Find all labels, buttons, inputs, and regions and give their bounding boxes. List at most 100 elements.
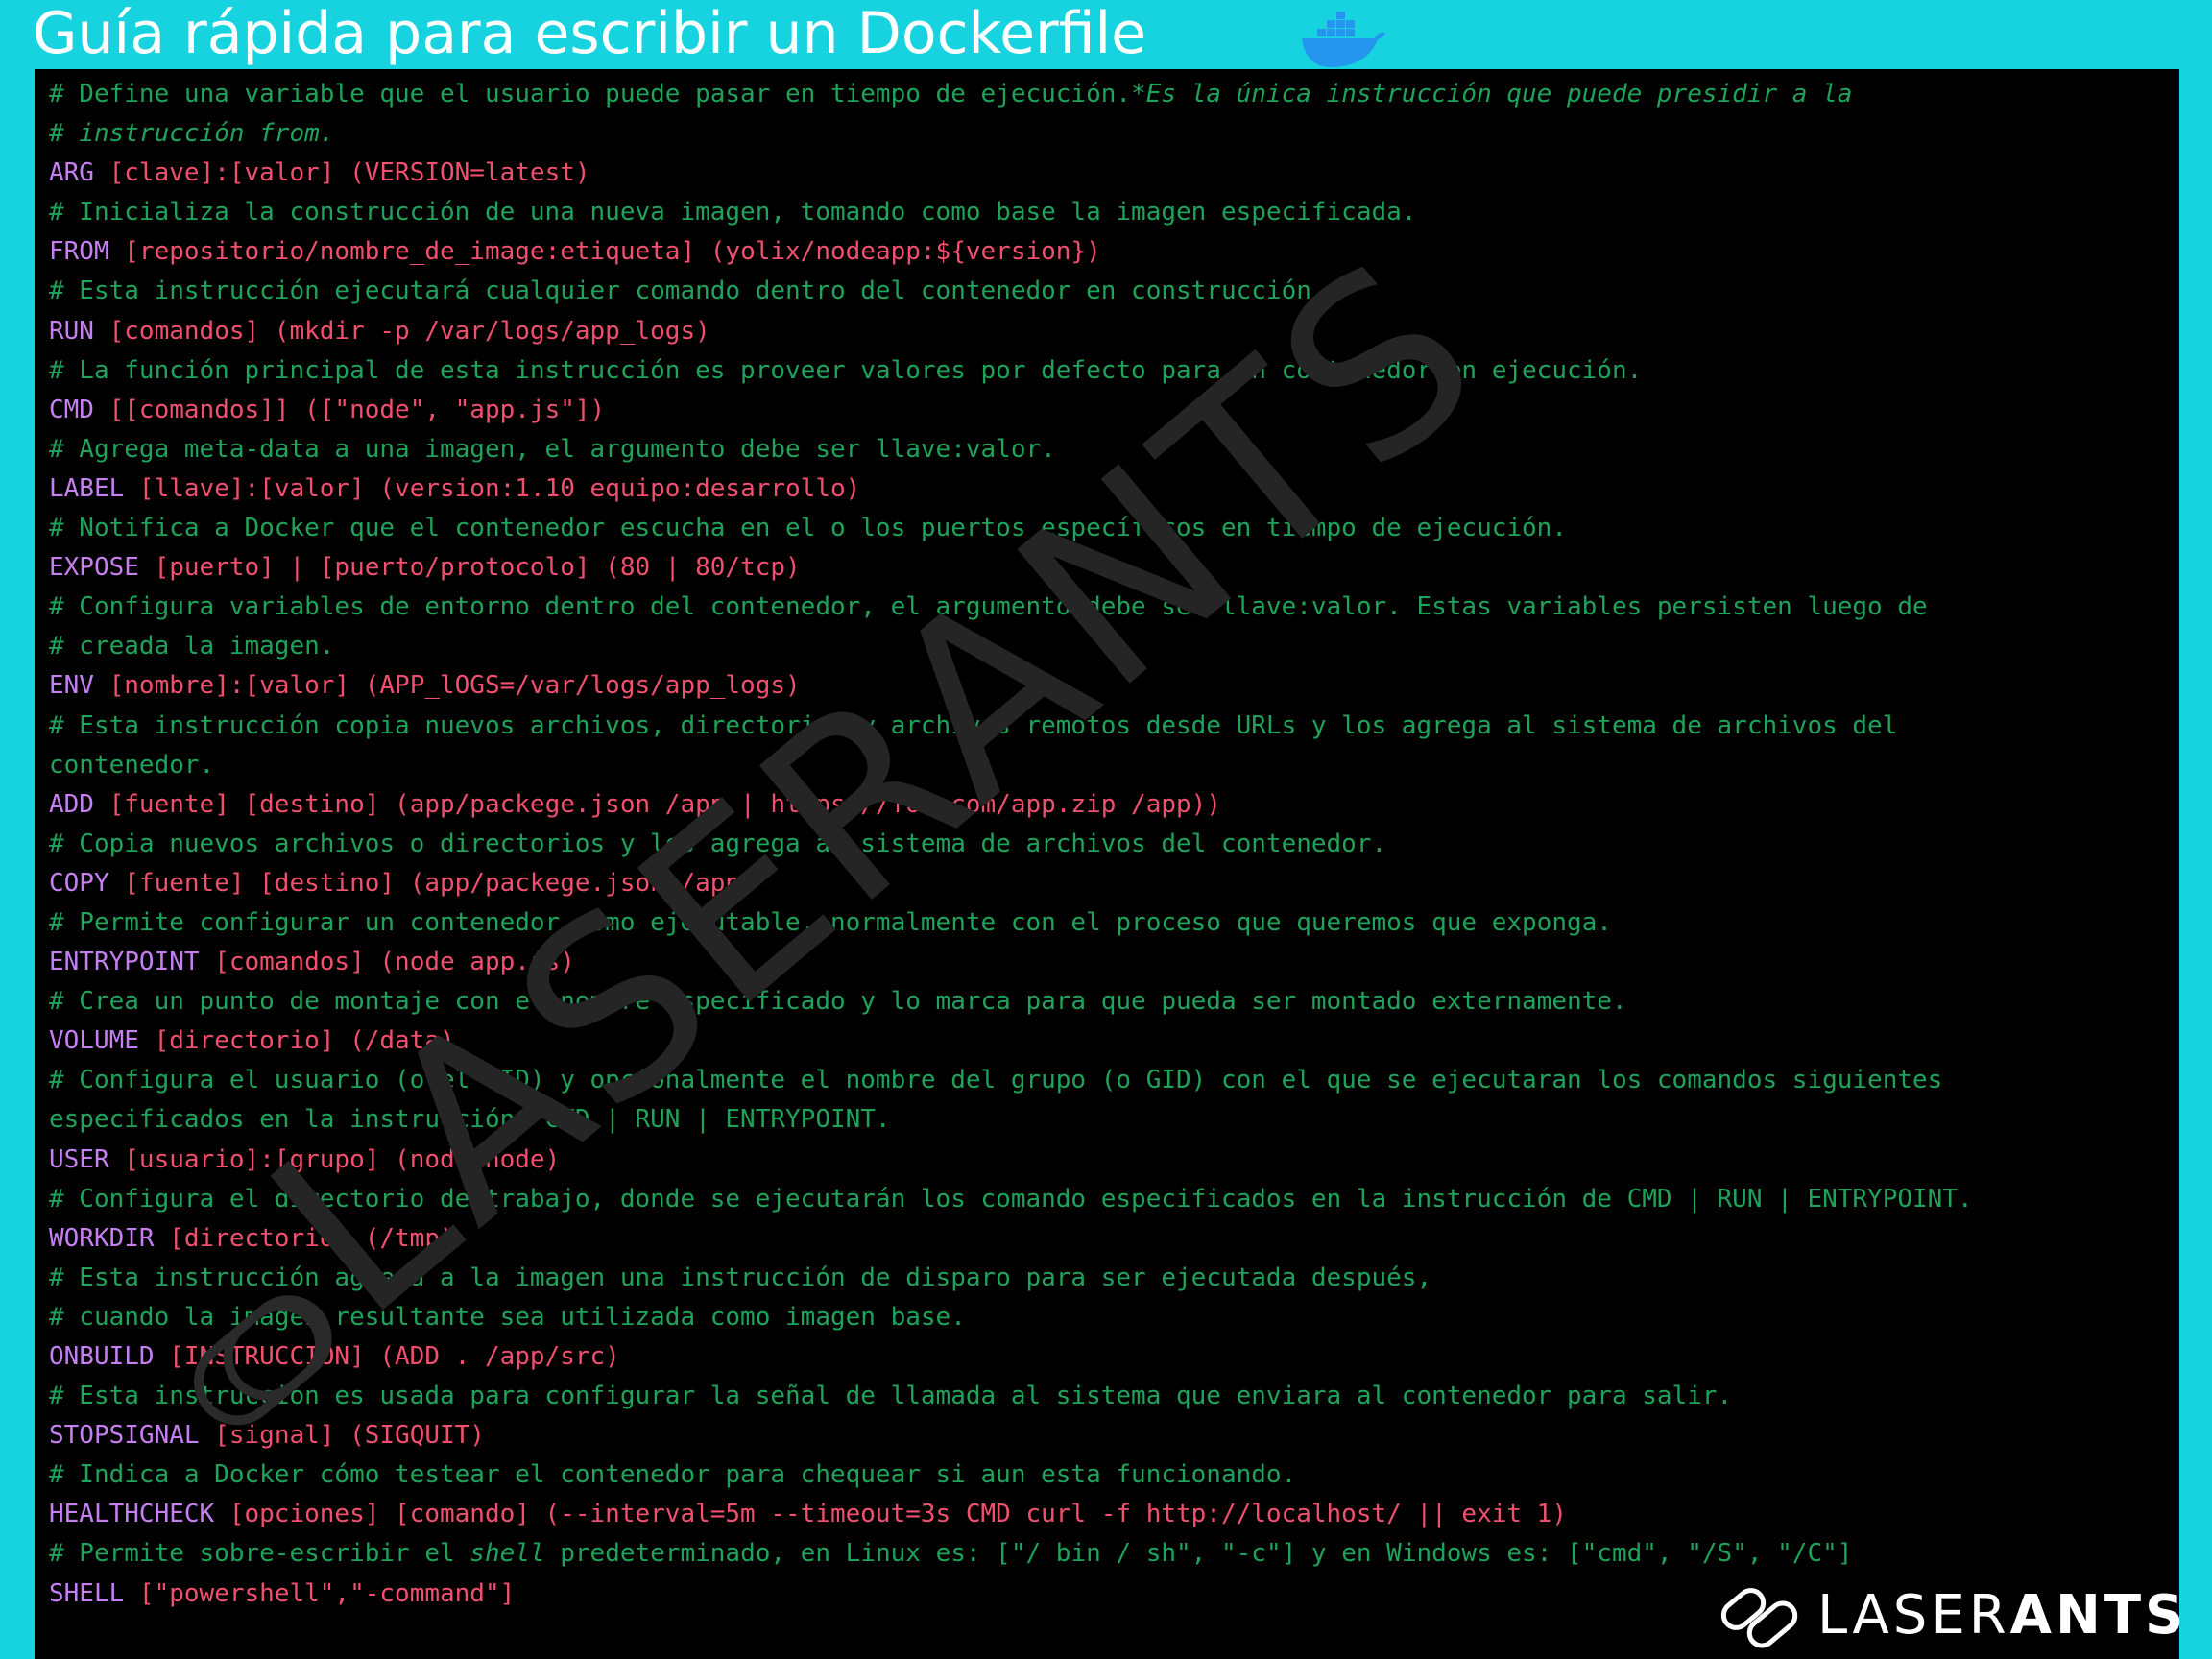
instruction-keyword: USER [49, 1144, 109, 1174]
comment-line: especificados en la instrucción: CMD | R… [49, 1100, 2171, 1140]
comment-text: # Indica a Docker cómo testear el conten… [49, 1460, 1297, 1490]
comment-text: # Define una variable que el usuario pue… [49, 80, 1132, 108]
instruction-line: EXPOSE [puerto] | [puerto/protocolo] (80… [49, 548, 2171, 588]
laserants-logo-icon [1720, 1588, 1798, 1648]
instruction-keyword: HEALTHCHECK [49, 1500, 215, 1529]
instruction-line: VOLUME [directorio] (/data) [49, 1022, 2171, 1061]
instruction-line: ONBUILD [INSTRUCCIÓN] (ADD . /app/src) [49, 1337, 2171, 1377]
instruction-keyword: FROM [49, 237, 109, 267]
instruction-keyword: ADD [49, 789, 94, 819]
instruction-arguments: [opciones] [comando] (--interval=5m --ti… [214, 1500, 1567, 1529]
instruction-line: HEALTHCHECK [opciones] [comando] (--inte… [49, 1495, 2171, 1534]
instruction-line: LABEL [llave]:[valor] (version:1.10 equi… [49, 469, 2171, 509]
instruction-keyword: STOPSIGNAL [49, 1421, 200, 1451]
comment-text: predeterminado, en Linux es: ["/ bin / s… [544, 1539, 1853, 1569]
instruction-keyword: RUN [49, 316, 94, 346]
page-title: Guía rápida para escribir un Dockerfile [33, 0, 1147, 67]
comment-text: especificados en la instrucción: CMD | R… [49, 1105, 891, 1135]
instruction-keyword: SHELL [49, 1578, 125, 1608]
instruction-arguments: [puerto] | [puerto/protocolo] (80 | 80/t… [138, 553, 801, 583]
comment-line: # Esta instrucción agrega a la imagen un… [49, 1259, 2171, 1298]
comment-line: # Permite configurar un contenedor como … [49, 903, 2171, 943]
comment-text: contenedor. [49, 750, 215, 780]
dockerfile-code: # Define una variable que el usuario pue… [49, 75, 2171, 1614]
instruction-arguments: [nombre]:[valor] (APP_lOGS=/var/logs/app… [93, 671, 801, 701]
comment-text: # La función principal de esta instrucci… [49, 355, 1643, 385]
instruction-arguments: [usuario]:[grupo] (node:node) [108, 1144, 561, 1174]
comment-line: # Agrega meta-data a una imagen, el argu… [49, 430, 2171, 469]
comment-line: # Configura el directorio de trabajo, do… [49, 1180, 2171, 1219]
instruction-keyword: LABEL [49, 473, 125, 503]
comment-text: # Notifica a Docker que el contenedor es… [49, 514, 1567, 543]
comment-text: # Permite configurar un contenedor como … [49, 907, 1612, 937]
instruction-keyword: CMD [49, 395, 94, 424]
instruction-line: ENTRYPOINT [comandos] (node app.js) [49, 943, 2171, 982]
comment-line: # Permite sobre-escribir el shell predet… [49, 1534, 2171, 1574]
instruction-line: ARG [clave]:[valor] (VERSION=latest) [49, 154, 2171, 193]
instruction-arguments: [fuente] [destino] (app/packege.json /ap… [93, 789, 1221, 819]
instruction-arguments: [llave]:[valor] (version:1.10 equipo:des… [124, 473, 861, 503]
comment-text: # Esta instrucción es usada para configu… [49, 1382, 1733, 1411]
comment-line: # Indica a Docker cómo testear el conten… [49, 1455, 2171, 1495]
comment-text: # Configura variables de entorno dentro … [49, 592, 1928, 622]
instruction-arguments: [INSTRUCCIÓN] (ADD . /app/src) [154, 1342, 620, 1371]
comment-line: # La función principal de esta instrucci… [49, 351, 2171, 391]
brand-bold: ANTS [2009, 1583, 2188, 1647]
comment-text: # Crea un punto de montaje con el nombre… [49, 987, 1627, 1017]
instruction-arguments: [[comandos]] (["node", "app.js"]) [93, 395, 606, 424]
code-terminal: # Define una variable que el usuario pue… [35, 69, 2179, 1659]
instruction-line: ADD [fuente] [destino] (app/packege.json… [49, 785, 2171, 825]
brand-wordmark: LASERANTS [1817, 1584, 2187, 1647]
comment-line: # Notifica a Docker que el contenedor es… [49, 509, 2171, 548]
instruction-line: COPY [fuente] [destino] (app/packege.jso… [49, 864, 2171, 903]
instruction-keyword: ONBUILD [49, 1342, 155, 1371]
comment-line: # instrucción from. [49, 114, 2171, 154]
instruction-keyword: EXPOSE [49, 553, 139, 583]
comment-text: # Agrega meta-data a una imagen, el argu… [49, 434, 1056, 464]
instruction-keyword: VOLUME [49, 1026, 139, 1056]
instruction-arguments: [comandos] (node app.js) [199, 948, 575, 977]
instruction-arguments: [directorio] (/data) [138, 1026, 455, 1056]
instruction-keyword: ENTRYPOINT [49, 948, 200, 977]
comment-emphasis: instrucción from. [79, 119, 335, 149]
comment-text: # Permite sobre-escribir el [49, 1539, 470, 1569]
instruction-line: FROM [repositorio/nombre_de_image:etique… [49, 232, 2171, 272]
comment-emphasis: *Es la única instrucción que puede presi… [1131, 80, 1853, 108]
comment-text: # Configura el usuario (o el UID) y opci… [49, 1066, 1943, 1095]
comment-line: # Esta instrucción ejecutará cualquier c… [49, 272, 2171, 311]
instruction-arguments: [fuente] [destino] (app/packege.json /ap… [108, 868, 756, 898]
instruction-line: CMD [[comandos]] (["node", "app.js"]) [49, 391, 2171, 430]
comment-line: # Crea un punto de montaje con el nombre… [49, 982, 2171, 1022]
instruction-line: RUN [comandos] (mkdir -p /var/logs/app_l… [49, 312, 2171, 351]
comment-emphasis: shell [469, 1539, 545, 1569]
instruction-line: WORKDIR [directorio] (/tmp) [49, 1219, 2171, 1259]
brand-light: LASER [1817, 1583, 2010, 1647]
instruction-arguments: [repositorio/nombre_de_image:etiqueta] (… [108, 237, 1101, 267]
comment-text: # cuando la imagen resultante sea utiliz… [49, 1302, 966, 1332]
instruction-line: STOPSIGNAL [signal] (SIGQUIT) [49, 1416, 2171, 1455]
comment-line: # Configura el usuario (o el UID) y opci… [49, 1061, 2171, 1100]
comment-line: # Esta instrucción es usada para configu… [49, 1377, 2171, 1416]
comment-line: # Configura variables de entorno dentro … [49, 588, 2171, 627]
instruction-arguments: [signal] (SIGQUIT) [199, 1421, 485, 1451]
instruction-keyword: WORKDIR [49, 1223, 155, 1253]
instruction-keyword: COPY [49, 868, 109, 898]
comment-text: # Copia nuevos archivos o directorios y … [49, 829, 1387, 858]
comment-line: contenedor. [49, 746, 2171, 785]
docker-whale-icon [1302, 12, 1385, 67]
comment-text: # Esta instrucción agrega a la imagen un… [49, 1262, 1432, 1292]
instruction-keyword: ARG [49, 158, 94, 188]
comment-text: # creada la imagen. [49, 632, 335, 661]
instruction-arguments: [clave]:[valor] (VERSION=latest) [93, 158, 590, 188]
comment-text: # Inicializa la construcción de una nuev… [49, 198, 1417, 228]
comment-line: # Inicializa la construcción de una nuev… [49, 193, 2171, 232]
comment-line: # Copia nuevos archivos o directorios y … [49, 825, 2171, 864]
instruction-arguments: ["powershell","-command"] [124, 1578, 516, 1608]
comment-line: # Esta instrucción copia nuevos archivos… [49, 707, 2171, 746]
laserants-brand: LASERANTS [1714, 1579, 2187, 1650]
instruction-line: ENV [nombre]:[valor] (APP_lOGS=/var/logs… [49, 666, 2171, 706]
instruction-arguments: [comandos] (mkdir -p /var/logs/app_logs) [93, 316, 710, 346]
instruction-arguments: [directorio] (/tmp) [154, 1223, 455, 1253]
comment-line: # creada la imagen. [49, 627, 2171, 666]
instruction-keyword: ENV [49, 671, 94, 701]
